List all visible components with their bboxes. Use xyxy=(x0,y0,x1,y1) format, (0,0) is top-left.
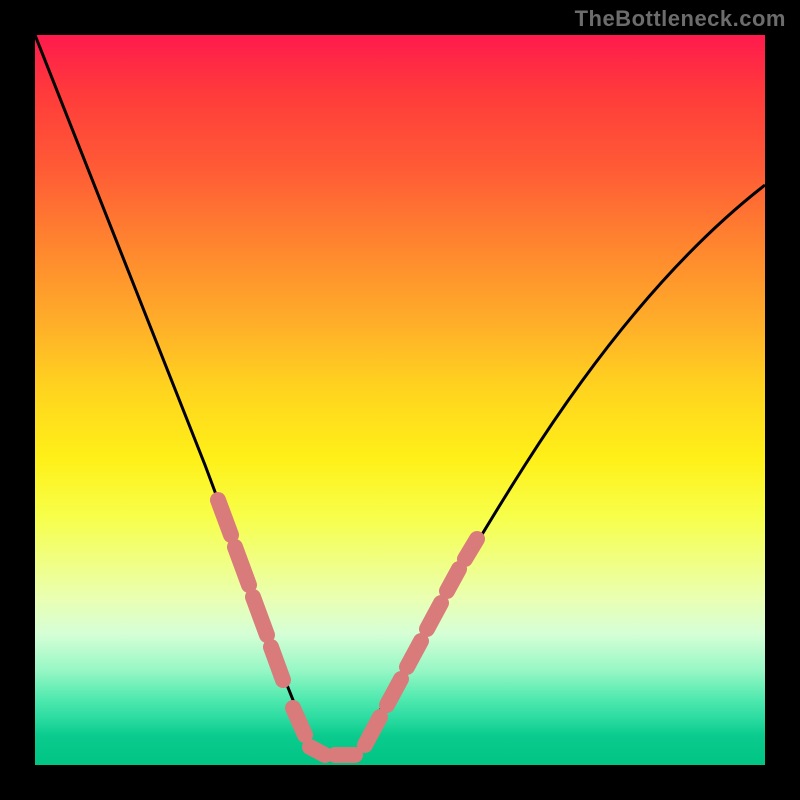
chart-container: TheBottleneck.com xyxy=(0,0,800,800)
watermark-text: TheBottleneck.com xyxy=(575,6,786,32)
plot-area xyxy=(35,35,765,765)
